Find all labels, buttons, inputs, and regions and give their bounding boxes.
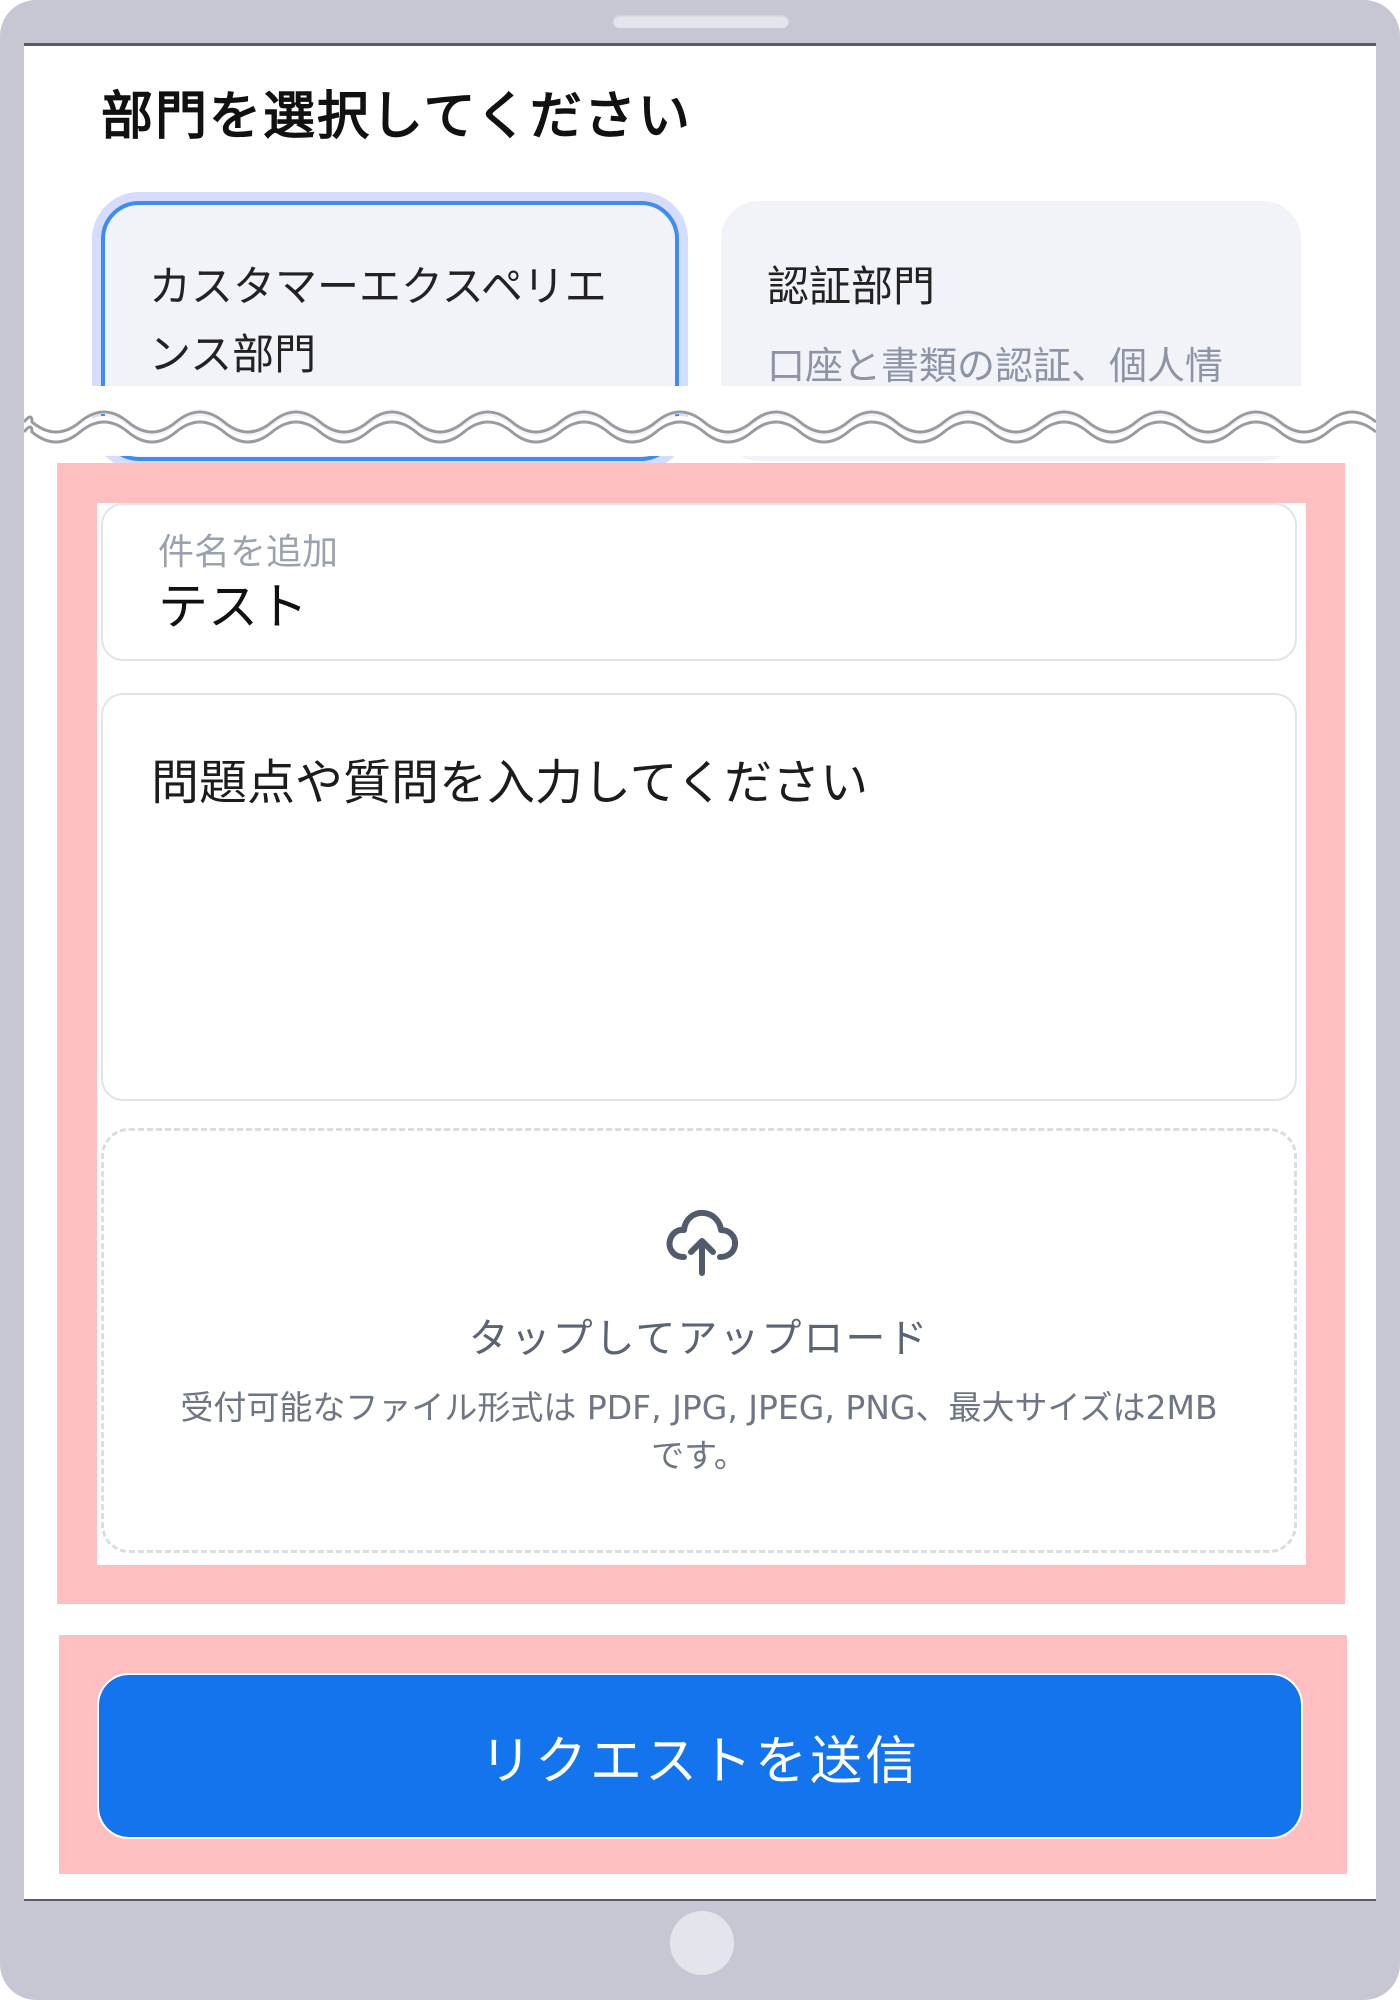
screen: 部門を選択してください カスタマーエクスペリエンス部門 認証部門 口座と書類の認… — [24, 43, 1376, 1901]
subject-field[interactable]: 件名を追加 テスト — [101, 503, 1297, 661]
file-upload-dropzone[interactable]: タップしてアップロード 受付可能なファイル形式は PDF, JPG, JPEG,… — [101, 1128, 1297, 1553]
department-name: カスタマーエクスペリエンス部門 — [149, 262, 607, 379]
message-placeholder: 問題点や質問を入力してください — [151, 755, 869, 811]
torn-edge-divider — [24, 386, 1376, 456]
page-title: 部門を選択してください — [101, 87, 692, 147]
submit-request-button[interactable]: リクエストを送信 — [99, 1675, 1301, 1837]
device-home-button[interactable] — [670, 1911, 734, 1975]
device-speaker — [613, 15, 789, 28]
request-form: 件名を追加 テスト 問題点や質問を入力してください タップしてアップロード 受付… — [97, 503, 1306, 1565]
subject-input-value[interactable]: テスト — [158, 567, 308, 639]
cloud-upload-icon — [666, 1209, 739, 1276]
upload-file-requirements: 受付可能なファイル形式は PDF, JPG, JPEG, PNG、最大サイズは2… — [180, 1388, 1218, 1475]
department-name: 認証部門 — [767, 262, 936, 311]
device-frame: 部門を選択してください カスタマーエクスペリエンス部門 認証部門 口座と書類の認… — [0, 0, 1400, 2000]
upload-title: タップしてアップロード — [468, 1316, 930, 1362]
department-description: 口座と書類の認証、個人情 — [767, 344, 1224, 388]
message-textarea[interactable]: 問題点や質問を入力してください — [101, 693, 1297, 1101]
